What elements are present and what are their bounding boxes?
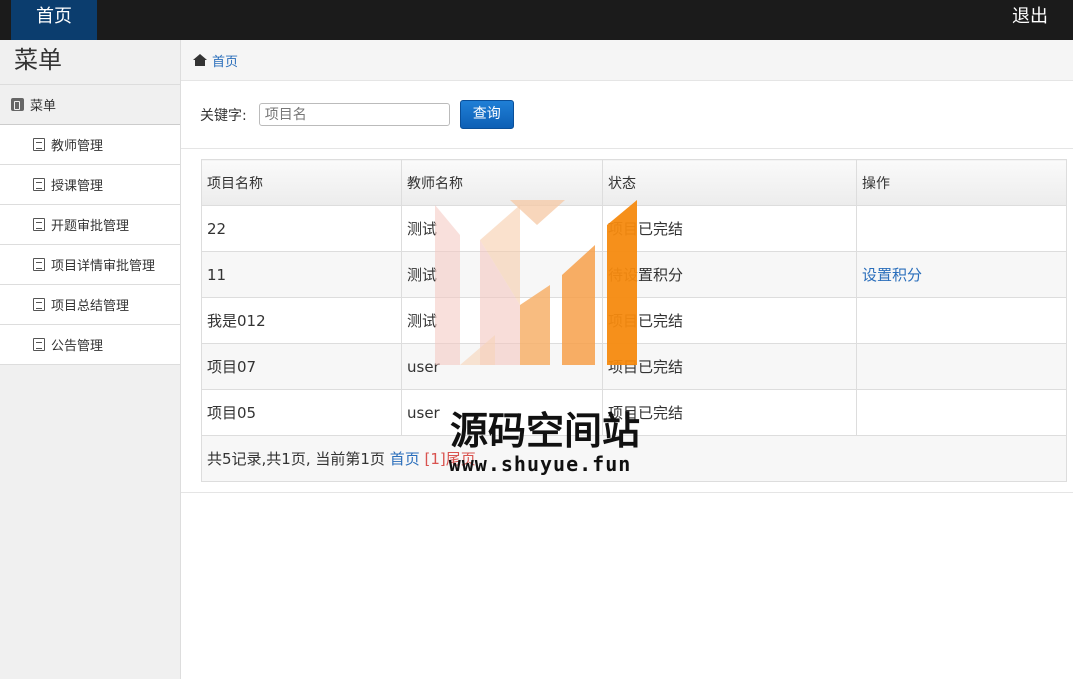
cell-project-name: 22: [201, 205, 402, 252]
cell-teacher: user: [401, 343, 603, 390]
sidebar-item-label: 项目详情审批管理: [51, 259, 156, 274]
sidebar-item-proposal[interactable]: 开题审批管理: [0, 205, 180, 245]
set-points-link[interactable]: 设置积分: [862, 266, 922, 284]
cell-status: 项目已完结: [602, 297, 857, 344]
cell-project-name: 我是012: [201, 297, 402, 344]
col-status: 状态: [602, 159, 857, 206]
table-row: 我是012 测试 项目已完结: [201, 297, 1067, 344]
cell-action: [856, 297, 1067, 344]
sidebar-item-project-summary[interactable]: 项目总结管理: [0, 285, 180, 325]
nav-home-tab[interactable]: 首页: [11, 0, 97, 40]
pager: 共5记录,共1页, 当前第1页 首页 [1]尾页: [201, 435, 1067, 482]
home-icon: [193, 54, 207, 66]
table-row: 项目07 user 项目已完结: [201, 343, 1067, 390]
pager-last-link[interactable]: 尾页: [446, 450, 476, 468]
search-bar: 关键字: 查询: [181, 81, 1073, 149]
menu-group-label: 菜单: [30, 99, 57, 114]
sidebar-item-label: 项目总结管理: [51, 299, 130, 314]
cell-teacher: user: [401, 389, 603, 436]
cell-status: 项目已完结: [602, 389, 857, 436]
cell-status: 待设置积分: [602, 251, 857, 298]
cell-project-name: 项目07: [201, 343, 402, 390]
top-navbar: 首页 退出: [0, 0, 1073, 40]
cell-action: [856, 343, 1067, 390]
breadcrumb-home-link[interactable]: 首页: [212, 51, 238, 70]
cell-action: 设置积分: [856, 251, 1067, 298]
pager-current-page: [1]: [424, 450, 446, 468]
breadcrumb: 首页: [181, 40, 1073, 81]
table-row: 22 测试 项目已完结: [201, 205, 1067, 252]
search-button[interactable]: 查询: [459, 100, 514, 129]
list-icon: [33, 218, 45, 231]
logout-link[interactable]: 退出: [1012, 0, 1048, 33]
list-icon: [33, 338, 45, 351]
sidebar-menu: 教师管理 授课管理 开题审批管理 项目详情审批管理 项目总结管理 公告管理: [0, 125, 180, 365]
table-row: 项目05 user 项目已完结: [201, 389, 1067, 436]
sidebar-item-label: 开题审批管理: [51, 219, 130, 234]
cell-teacher: 测试: [401, 205, 603, 252]
sidebar-item-label: 教师管理: [51, 139, 104, 154]
cell-project-name: 项目05: [201, 389, 402, 436]
project-table-wrap: 项目名称 教师名称 状态 操作 22 测试 项目已完结 11 测试 待设置积分: [201, 159, 1067, 482]
pager-summary: 共5记录,共1页, 当前第1页: [207, 450, 385, 468]
sidebar-item-teacher[interactable]: 教师管理: [0, 125, 180, 165]
sidebar: 菜单 菜单 教师管理 授课管理 开题审批管理 项目详情审批管理 项目总结管理 公…: [0, 40, 181, 679]
cell-teacher: 测试: [401, 251, 603, 298]
menu-group-header[interactable]: 菜单: [0, 85, 180, 125]
content-divider: [181, 492, 1073, 493]
col-action: 操作: [856, 159, 1067, 206]
cell-status: 项目已完结: [602, 205, 857, 252]
col-project-name: 项目名称: [201, 159, 402, 206]
sidebar-title: 菜单: [0, 40, 180, 85]
main-content: 首页 关键字: 查询 项目名称 教师名称 状态 操作 22 测试 项目已完结: [181, 40, 1073, 679]
table-row: 11 测试 待设置积分 设置积分: [201, 251, 1067, 298]
list-icon: [33, 138, 45, 151]
list-icon: [33, 298, 45, 311]
sidebar-item-project-detail[interactable]: 项目详情审批管理: [0, 245, 180, 285]
keyword-input[interactable]: [258, 103, 450, 126]
sidebar-item-course[interactable]: 授课管理: [0, 165, 180, 205]
cell-status: 项目已完结: [602, 343, 857, 390]
cell-project-name: 11: [201, 251, 402, 298]
col-teacher-name: 教师名称: [401, 159, 603, 206]
list-icon: [33, 178, 45, 191]
project-table: 项目名称 教师名称 状态 操作 22 测试 项目已完结 11 测试 待设置积分: [201, 159, 1067, 482]
book-icon: [11, 98, 24, 111]
pager-row: 共5记录,共1页, 当前第1页 首页 [1]尾页: [201, 435, 1067, 482]
cell-teacher: 测试: [401, 297, 603, 344]
cell-action: [856, 389, 1067, 436]
cell-action: [856, 205, 1067, 252]
sidebar-item-label: 公告管理: [51, 339, 104, 354]
keyword-label: 关键字:: [200, 107, 247, 124]
sidebar-item-notice[interactable]: 公告管理: [0, 325, 180, 365]
pager-first-link[interactable]: 首页: [390, 450, 420, 468]
list-icon: [33, 258, 45, 271]
table-header-row: 项目名称 教师名称 状态 操作: [201, 159, 1067, 206]
sidebar-item-label: 授课管理: [51, 179, 104, 194]
